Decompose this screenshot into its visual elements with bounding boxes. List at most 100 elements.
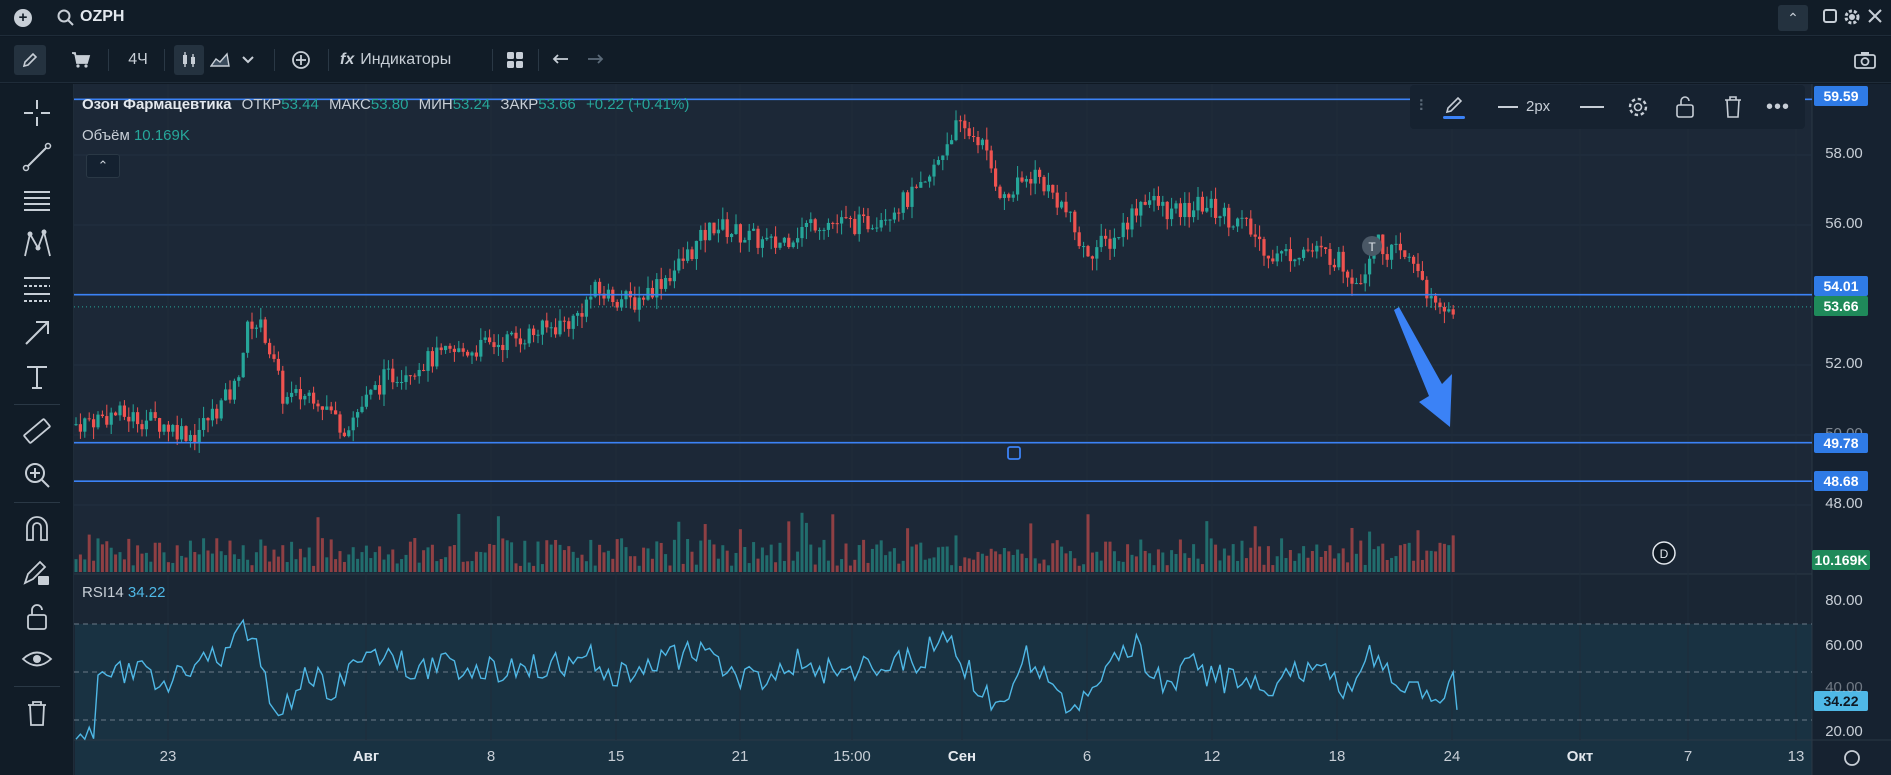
crosshair-icon[interactable] (20, 96, 54, 130)
candle-body (329, 406, 333, 411)
candle-body (1222, 207, 1226, 217)
volume-bar (149, 561, 153, 572)
volume-bar (1346, 562, 1350, 572)
level-tag-54-01[interactable]: 54.01 (1814, 276, 1868, 296)
volume-bar (536, 541, 540, 572)
candle-body (144, 420, 148, 430)
volume-bar (413, 538, 417, 572)
text-tool-icon[interactable] (20, 360, 54, 394)
candle-body (325, 406, 329, 410)
add-tab-icon[interactable]: + (14, 9, 32, 27)
candle-body (166, 424, 170, 432)
candles-icon[interactable] (174, 45, 204, 75)
line-style-icon[interactable] (1580, 92, 1610, 122)
volume-bar (620, 538, 624, 572)
compare-add-icon[interactable] (286, 45, 316, 75)
magnet-icon[interactable] (20, 512, 54, 546)
volume-bar (708, 539, 712, 572)
volume-bar (901, 560, 905, 572)
ticker-input[interactable]: OZPH (80, 8, 124, 26)
volume-bar (1244, 558, 1248, 572)
candle-body (136, 412, 140, 425)
volume-bar (769, 544, 773, 572)
arrow-tool-icon[interactable] (20, 316, 54, 350)
candle-body (1073, 211, 1077, 233)
volume-bar (188, 540, 192, 572)
candle-body (448, 345, 452, 349)
volume-bar (386, 554, 390, 572)
lock-drawing-icon[interactable] (20, 556, 54, 590)
zoom-in-icon[interactable] (20, 458, 54, 492)
unlock-icon[interactable] (20, 600, 54, 634)
candle-body (813, 219, 817, 231)
volume-bar (1205, 521, 1209, 572)
volume-bar (716, 558, 720, 572)
candle-body (281, 370, 285, 404)
candle-body (1042, 176, 1046, 192)
volume-bar (118, 552, 122, 572)
candle-body (782, 237, 786, 243)
level-tag-59-59[interactable]: 59.59 (1814, 86, 1868, 106)
volume-bar (1324, 550, 1328, 572)
candle-body (800, 226, 804, 239)
drag-handle-icon[interactable]: ⠇ (1418, 92, 1429, 122)
indicators-button[interactable]: fx Индикаторы (340, 45, 480, 75)
chevron-down-icon[interactable] (236, 45, 260, 75)
line-width-selector[interactable]: 2px (1498, 92, 1568, 122)
candle-body (171, 424, 175, 432)
candle-body (382, 369, 386, 395)
level-tag-49-78[interactable]: 49.78 (1814, 433, 1868, 453)
candle-body (1341, 251, 1345, 272)
candle-body (1165, 201, 1169, 220)
candle-body (1143, 201, 1147, 205)
undo-icon[interactable] (548, 45, 574, 75)
chart-canvas[interactable]: T D (74, 84, 1891, 775)
trash-icon[interactable] (20, 696, 54, 730)
pencil-icon[interactable] (14, 45, 46, 75)
candle-body (725, 219, 729, 238)
volume-bar (219, 551, 223, 572)
close-icon[interactable] (1867, 8, 1883, 24)
line-color-icon[interactable] (1440, 92, 1474, 122)
open-value: 53.44 (281, 96, 319, 113)
pattern-tool-icon[interactable] (20, 228, 54, 262)
level-tag-48-68[interactable]: 48.68 (1814, 471, 1868, 491)
search-icon[interactable] (56, 8, 76, 28)
volume-bar (435, 561, 439, 572)
candle-body (1090, 256, 1094, 259)
volume-bar (1280, 538, 1284, 572)
redo-icon[interactable] (582, 45, 608, 75)
settings-gear-icon[interactable] (1843, 8, 1861, 26)
candle-body (250, 321, 254, 329)
line-handle[interactable] (1007, 446, 1021, 460)
volume-bar (1231, 544, 1235, 572)
candle-body (760, 239, 764, 248)
ruler-icon[interactable] (20, 414, 54, 448)
volume-bar (100, 544, 104, 572)
layout-grid-icon[interactable] (502, 45, 528, 75)
candle-body (936, 159, 940, 165)
delete-line-icon[interactable] (1722, 92, 1752, 122)
volume-bar (756, 558, 760, 572)
collapse-chevron-icon[interactable]: ⌃ (1778, 5, 1808, 31)
candle-body (633, 297, 637, 310)
parallel-channel-icon[interactable] (20, 184, 54, 218)
volume-bar (404, 554, 408, 572)
cart-icon[interactable] (66, 45, 96, 75)
maximize-icon[interactable] (1822, 8, 1838, 24)
eye-icon[interactable] (20, 642, 54, 676)
more-options-icon[interactable]: ••• (1766, 92, 1796, 122)
collapse-legend-button[interactable]: ⌃ (86, 154, 120, 178)
line-unlock-icon[interactable] (1674, 92, 1704, 122)
candle-body (109, 412, 113, 425)
volume-bar (1068, 551, 1072, 572)
line-settings-gear-icon[interactable] (1626, 92, 1656, 122)
area-chart-icon[interactable] (206, 45, 234, 75)
candle-body (1350, 277, 1354, 284)
volume-bar (826, 560, 830, 572)
fib-retracement-icon[interactable] (20, 272, 54, 306)
camera-icon[interactable] (1850, 45, 1880, 75)
candle-body (884, 219, 888, 221)
trend-line-icon[interactable] (20, 140, 54, 174)
timeframe-selector[interactable]: 4Ч (120, 45, 156, 75)
